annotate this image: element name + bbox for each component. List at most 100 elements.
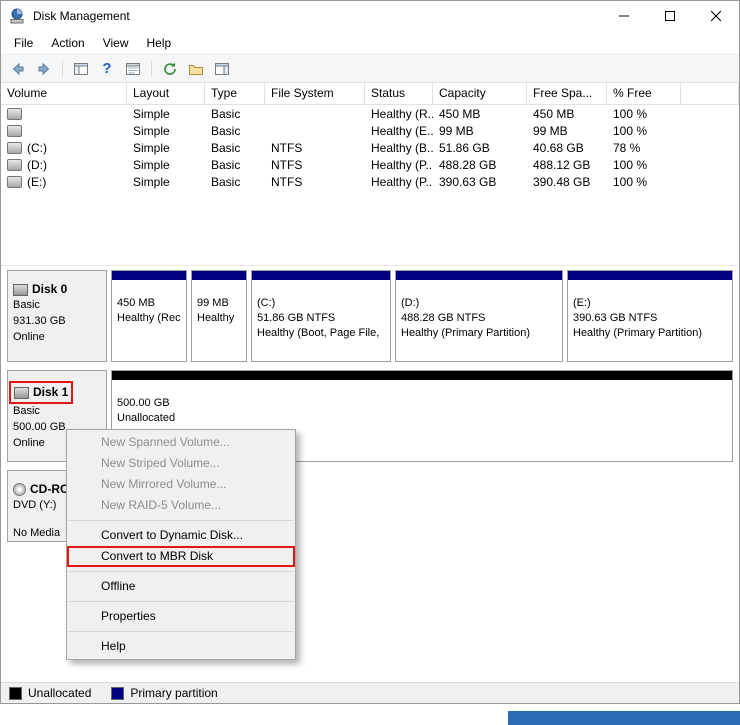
column-header-filesystem[interactable]: File System bbox=[265, 83, 365, 105]
menu-item-offline[interactable]: Offline bbox=[67, 576, 295, 597]
menu-separator bbox=[69, 571, 293, 572]
menu-help[interactable]: Help bbox=[138, 33, 181, 53]
column-header-capacity[interactable]: Capacity bbox=[433, 83, 527, 105]
menu-file[interactable]: File bbox=[5, 33, 42, 53]
pctfree-cell: 100 % bbox=[613, 157, 648, 172]
action-pane-icon[interactable] bbox=[211, 58, 233, 80]
menu-item-new-mirrored-volume: New Mirrored Volume... bbox=[101, 477, 227, 491]
filesystem-cell bbox=[265, 105, 365, 122]
menu-item-convert-to-mbr-disk[interactable]: Convert to MBR Disk bbox=[67, 546, 295, 567]
freespace-cell: 390.48 GB bbox=[533, 174, 591, 189]
partition-status: Unallocated bbox=[117, 412, 176, 424]
menu-item-properties[interactable]: Properties bbox=[67, 606, 295, 627]
menu-item-new-striped-volume: New Striped Volume... bbox=[101, 456, 220, 470]
partition-info: 99 MB Healthy bbox=[192, 280, 246, 326]
status-cell: Healthy (R... bbox=[371, 106, 433, 121]
disk1-type: Basic bbox=[13, 405, 40, 418]
partition-color-strip bbox=[252, 271, 390, 280]
layout-cell: Simple bbox=[133, 106, 170, 121]
back-icon[interactable] bbox=[7, 58, 29, 80]
freespace-cell: 450 MB bbox=[533, 106, 575, 121]
column-header-filler bbox=[681, 83, 739, 105]
drive-icon bbox=[7, 175, 22, 188]
partition-c[interactable]: (C:) 51.86 GB NTFS Healthy (Boot, Page F… bbox=[251, 270, 391, 362]
volume-row[interactable]: (D:) Simple Basic NTFS Healthy (P... 488… bbox=[1, 156, 739, 173]
column-header-volume[interactable]: Volume bbox=[1, 83, 127, 105]
column-header-status[interactable]: Status bbox=[365, 83, 433, 105]
taskbar-fragment bbox=[508, 711, 740, 725]
volume-row[interactable]: (E:) Simple Basic NTFS Healthy (P... 390… bbox=[1, 173, 739, 190]
volume-row[interactable]: Simple Basic Healthy (R... 450 MB 450 MB… bbox=[1, 105, 739, 122]
column-header-type[interactable]: Type bbox=[205, 83, 265, 105]
partition-size: 488.28 GB NTFS bbox=[401, 312, 486, 324]
partition-status: Healthy (Boot, Page File, bbox=[257, 327, 380, 339]
volume-cell bbox=[1, 105, 127, 122]
column-header-layout[interactable]: Layout bbox=[127, 83, 205, 105]
titlebar: Disk Management bbox=[1, 1, 739, 31]
disk0-partitions: 450 MB Healthy (Rec 99 MB Healthy (C:) 5… bbox=[111, 270, 733, 362]
drive-icon bbox=[7, 124, 22, 137]
volume-row[interactable]: (C:) Simple Basic NTFS Healthy (B... 51.… bbox=[1, 139, 739, 156]
disk-management-app-icon bbox=[9, 8, 25, 24]
disk0-panel[interactable]: Disk 0 Basic 931.30 GB Online bbox=[7, 270, 107, 362]
menu-item-convert-to-dynamic-disk[interactable]: Convert to Dynamic Disk... bbox=[67, 525, 295, 546]
export-list-icon[interactable] bbox=[185, 58, 207, 80]
partition-d[interactable]: (D:) 488.28 GB NTFS Healthy (Primary Par… bbox=[395, 270, 563, 362]
menu-item-help[interactable]: Help bbox=[67, 636, 295, 657]
volume-table-header: Volume Layout Type File System Status Ca… bbox=[1, 83, 739, 105]
capacity-cell: 488.28 GB bbox=[439, 157, 497, 172]
partition-size: 500.00 GB bbox=[117, 397, 170, 409]
column-header-pctfree[interactable]: % Free bbox=[607, 83, 681, 105]
menu-view[interactable]: View bbox=[94, 33, 138, 53]
partition-title: (E:) bbox=[573, 297, 591, 309]
drive-icon bbox=[7, 107, 22, 120]
filler-cell bbox=[681, 156, 739, 173]
column-header-freespace[interactable]: Free Spa... bbox=[527, 83, 607, 105]
disk0-status: Online bbox=[13, 331, 45, 344]
console-tree-icon[interactable] bbox=[70, 58, 92, 80]
capacity-cell: 99 MB bbox=[439, 123, 474, 138]
maximize-button[interactable] bbox=[647, 1, 693, 31]
volume-row[interactable]: Simple Basic Healthy (E... 99 MB 99 MB 1… bbox=[1, 122, 739, 139]
cd-icon bbox=[13, 483, 26, 497]
refresh-icon[interactable] bbox=[159, 58, 181, 80]
partition-color-strip bbox=[112, 371, 732, 380]
filler-cell bbox=[681, 139, 739, 156]
partition-e[interactable]: (E:) 390.63 GB NTFS Healthy (Primary Par… bbox=[567, 270, 733, 362]
filler-cell bbox=[681, 173, 739, 190]
partition-status: Healthy (Rec bbox=[117, 312, 181, 324]
layout-cell: Simple bbox=[133, 140, 170, 155]
partition-info: 500.00 GB Unallocated bbox=[112, 380, 732, 426]
legend-primary-partition: Primary partition bbox=[111, 686, 218, 700]
disk-icon bbox=[14, 386, 29, 399]
type-cell: Basic bbox=[211, 106, 241, 121]
drive-icon bbox=[7, 141, 22, 154]
layout-cell: Simple bbox=[133, 123, 170, 138]
legend-primary-partition-label: Primary partition bbox=[130, 686, 218, 700]
pctfree-cell: 78 % bbox=[613, 140, 641, 155]
partition-efi[interactable]: 99 MB Healthy bbox=[191, 270, 247, 362]
partition-info: (C:) 51.86 GB NTFS Healthy (Boot, Page F… bbox=[252, 280, 390, 341]
partition-size: 390.63 GB NTFS bbox=[573, 312, 658, 324]
forward-icon[interactable] bbox=[33, 58, 55, 80]
type-cell: Basic bbox=[211, 140, 241, 155]
properties-icon[interactable] bbox=[122, 58, 144, 80]
status-cell: Healthy (P... bbox=[371, 157, 433, 172]
layout-cell: Simple bbox=[133, 174, 170, 189]
partition-title: (C:) bbox=[257, 297, 276, 309]
partition-color-strip bbox=[396, 271, 562, 280]
disk0-size: 931.30 GB bbox=[13, 315, 66, 328]
help-icon[interactable]: ? bbox=[96, 58, 118, 80]
window-title: Disk Management bbox=[33, 9, 130, 23]
volume-cell: (D:) bbox=[1, 156, 127, 173]
menubar: File Action View Help bbox=[1, 31, 739, 54]
close-button[interactable] bbox=[693, 1, 739, 31]
type-cell: Basic bbox=[211, 123, 241, 138]
menu-action[interactable]: Action bbox=[42, 33, 93, 53]
minimize-button[interactable] bbox=[601, 1, 647, 31]
layout-cell: Simple bbox=[133, 157, 170, 172]
partition-recovery[interactable]: 450 MB Healthy (Rec bbox=[111, 270, 187, 362]
pctfree-cell: 100 % bbox=[613, 106, 648, 121]
partition-color-strip bbox=[568, 271, 732, 280]
status-cell: Healthy (P... bbox=[371, 174, 433, 189]
